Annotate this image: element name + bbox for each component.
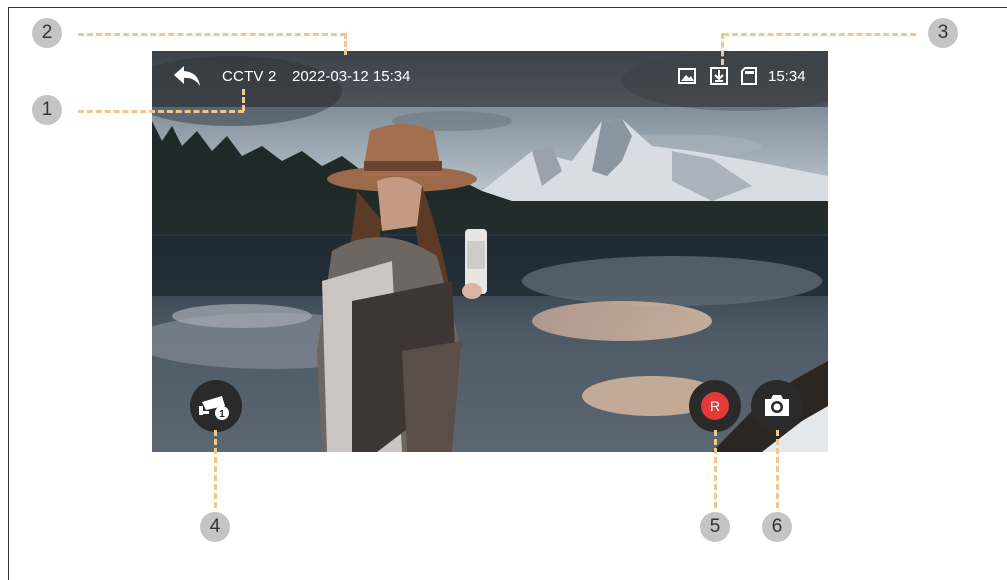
callout-5-line bbox=[714, 430, 717, 508]
callout-1: 1 bbox=[32, 95, 62, 125]
record-button[interactable]: R bbox=[689, 380, 741, 432]
cctv-camera-icon: 1 bbox=[199, 396, 229, 420]
intercom-screen: CCTV 2 2022-03-12 15:34 15:34 1 R bbox=[152, 51, 828, 452]
callout-5: 5 bbox=[700, 512, 730, 542]
gallery-icon bbox=[678, 68, 696, 84]
top-status-bar: CCTV 2 2022-03-12 15:34 15:34 bbox=[152, 51, 828, 107]
callout-2-line-v bbox=[344, 33, 347, 55]
callout-2-line bbox=[78, 33, 346, 36]
cctv-badge: 1 bbox=[219, 409, 225, 420]
snapshot-camera-icon bbox=[765, 395, 789, 416]
callout-4: 4 bbox=[200, 512, 230, 542]
callout-1-line bbox=[78, 110, 244, 113]
callout-3-line bbox=[723, 33, 916, 36]
callout-3-line-v bbox=[721, 33, 724, 65]
clock: 15:34 bbox=[768, 68, 806, 85]
cctv-switch-button[interactable]: 1 bbox=[190, 380, 242, 432]
callout-1-line-v bbox=[242, 89, 245, 111]
download-icon bbox=[710, 67, 728, 85]
callout-6-line bbox=[776, 430, 779, 508]
callout-6: 6 bbox=[762, 512, 792, 542]
recording-datetime: 2022-03-12 15:34 bbox=[292, 68, 411, 85]
channel-label: CCTV 2 bbox=[222, 68, 277, 85]
back-arrow-icon[interactable] bbox=[172, 63, 202, 89]
sd-card-icon bbox=[741, 67, 757, 85]
record-icon: R bbox=[701, 392, 729, 420]
callout-4-line bbox=[214, 430, 217, 508]
snapshot-button[interactable] bbox=[751, 380, 803, 432]
callout-3: 3 bbox=[928, 18, 958, 48]
callout-2: 2 bbox=[32, 18, 62, 48]
